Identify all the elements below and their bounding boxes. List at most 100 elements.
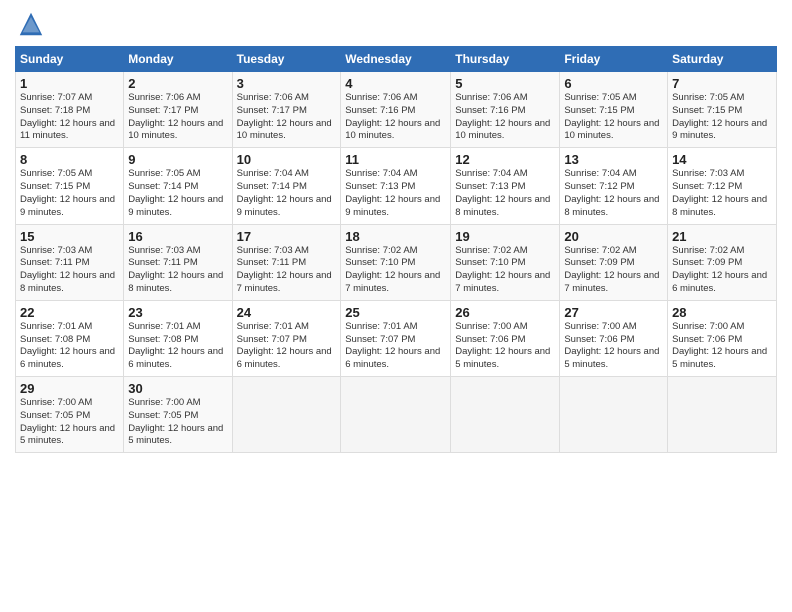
day-number: 13 (564, 152, 663, 167)
day-info: Sunrise: 7:06 AM Sunset: 7:16 PM Dayligh… (345, 92, 446, 143)
day-number: 18 (345, 229, 446, 244)
calendar-cell: 29Sunrise: 7:00 AM Sunset: 7:05 PM Dayli… (16, 377, 124, 453)
day-number: 5 (455, 76, 555, 91)
calendar-header-row: SundayMondayTuesdayWednesdayThursdayFrid… (16, 47, 777, 72)
calendar-cell: 13Sunrise: 7:04 AM Sunset: 7:12 PM Dayli… (560, 148, 668, 224)
calendar-cell: 26Sunrise: 7:00 AM Sunset: 7:06 PM Dayli… (451, 300, 560, 376)
day-number: 4 (345, 76, 446, 91)
day-number: 28 (672, 305, 772, 320)
page-container: SundayMondayTuesdayWednesdayThursdayFrid… (0, 0, 792, 463)
calendar-cell: 8Sunrise: 7:05 AM Sunset: 7:15 PM Daylig… (16, 148, 124, 224)
header-friday: Friday (560, 47, 668, 72)
day-info: Sunrise: 7:06 AM Sunset: 7:17 PM Dayligh… (128, 92, 227, 143)
day-number: 14 (672, 152, 772, 167)
calendar-cell: 6Sunrise: 7:05 AM Sunset: 7:15 PM Daylig… (560, 72, 668, 148)
calendar-cell: 16Sunrise: 7:03 AM Sunset: 7:11 PM Dayli… (124, 224, 232, 300)
day-info: Sunrise: 7:00 AM Sunset: 7:05 PM Dayligh… (128, 397, 227, 448)
calendar-cell: 11Sunrise: 7:04 AM Sunset: 7:13 PM Dayli… (341, 148, 451, 224)
day-number: 10 (237, 152, 337, 167)
day-info: Sunrise: 7:05 AM Sunset: 7:15 PM Dayligh… (672, 92, 772, 143)
calendar-cell: 14Sunrise: 7:03 AM Sunset: 7:12 PM Dayli… (668, 148, 777, 224)
calendar-cell: 19Sunrise: 7:02 AM Sunset: 7:10 PM Dayli… (451, 224, 560, 300)
day-info: Sunrise: 7:03 AM Sunset: 7:11 PM Dayligh… (128, 245, 227, 296)
calendar-cell: 9Sunrise: 7:05 AM Sunset: 7:14 PM Daylig… (124, 148, 232, 224)
day-info: Sunrise: 7:02 AM Sunset: 7:09 PM Dayligh… (564, 245, 663, 296)
day-info: Sunrise: 7:05 AM Sunset: 7:14 PM Dayligh… (128, 168, 227, 219)
day-number: 27 (564, 305, 663, 320)
calendar-cell: 30Sunrise: 7:00 AM Sunset: 7:05 PM Dayli… (124, 377, 232, 453)
day-info: Sunrise: 7:05 AM Sunset: 7:15 PM Dayligh… (564, 92, 663, 143)
calendar-cell: 7Sunrise: 7:05 AM Sunset: 7:15 PM Daylig… (668, 72, 777, 148)
calendar-cell: 10Sunrise: 7:04 AM Sunset: 7:14 PM Dayli… (232, 148, 341, 224)
calendar-cell: 1Sunrise: 7:07 AM Sunset: 7:18 PM Daylig… (16, 72, 124, 148)
calendar-cell: 18Sunrise: 7:02 AM Sunset: 7:10 PM Dayli… (341, 224, 451, 300)
header-monday: Monday (124, 47, 232, 72)
calendar-cell: 17Sunrise: 7:03 AM Sunset: 7:11 PM Dayli… (232, 224, 341, 300)
day-number: 12 (455, 152, 555, 167)
calendar-week-5: 29Sunrise: 7:00 AM Sunset: 7:05 PM Dayli… (16, 377, 777, 453)
day-number: 22 (20, 305, 119, 320)
header (15, 10, 777, 38)
day-info: Sunrise: 7:04 AM Sunset: 7:13 PM Dayligh… (345, 168, 446, 219)
calendar-cell: 3Sunrise: 7:06 AM Sunset: 7:17 PM Daylig… (232, 72, 341, 148)
header-sunday: Sunday (16, 47, 124, 72)
calendar-cell: 25Sunrise: 7:01 AM Sunset: 7:07 PM Dayli… (341, 300, 451, 376)
calendar-cell: 27Sunrise: 7:00 AM Sunset: 7:06 PM Dayli… (560, 300, 668, 376)
calendar-week-1: 1Sunrise: 7:07 AM Sunset: 7:18 PM Daylig… (16, 72, 777, 148)
day-info: Sunrise: 7:03 AM Sunset: 7:12 PM Dayligh… (672, 168, 772, 219)
day-number: 1 (20, 76, 119, 91)
day-number: 21 (672, 229, 772, 244)
header-saturday: Saturday (668, 47, 777, 72)
day-number: 29 (20, 381, 119, 396)
calendar-cell (668, 377, 777, 453)
day-info: Sunrise: 7:03 AM Sunset: 7:11 PM Dayligh… (20, 245, 119, 296)
day-number: 26 (455, 305, 555, 320)
day-number: 30 (128, 381, 227, 396)
calendar-cell (451, 377, 560, 453)
calendar-cell (341, 377, 451, 453)
day-number: 25 (345, 305, 446, 320)
day-info: Sunrise: 7:00 AM Sunset: 7:06 PM Dayligh… (564, 321, 663, 372)
day-info: Sunrise: 7:00 AM Sunset: 7:06 PM Dayligh… (672, 321, 772, 372)
calendar-cell (560, 377, 668, 453)
calendar-cell: 15Sunrise: 7:03 AM Sunset: 7:11 PM Dayli… (16, 224, 124, 300)
calendar-week-2: 8Sunrise: 7:05 AM Sunset: 7:15 PM Daylig… (16, 148, 777, 224)
day-info: Sunrise: 7:06 AM Sunset: 7:17 PM Dayligh… (237, 92, 337, 143)
day-number: 9 (128, 152, 227, 167)
calendar-cell: 24Sunrise: 7:01 AM Sunset: 7:07 PM Dayli… (232, 300, 341, 376)
day-info: Sunrise: 7:05 AM Sunset: 7:15 PM Dayligh… (20, 168, 119, 219)
calendar-cell: 5Sunrise: 7:06 AM Sunset: 7:16 PM Daylig… (451, 72, 560, 148)
calendar-cell: 23Sunrise: 7:01 AM Sunset: 7:08 PM Dayli… (124, 300, 232, 376)
day-number: 6 (564, 76, 663, 91)
day-info: Sunrise: 7:01 AM Sunset: 7:08 PM Dayligh… (20, 321, 119, 372)
day-number: 19 (455, 229, 555, 244)
day-number: 15 (20, 229, 119, 244)
logo-icon (17, 10, 45, 38)
day-info: Sunrise: 7:01 AM Sunset: 7:07 PM Dayligh… (345, 321, 446, 372)
day-info: Sunrise: 7:01 AM Sunset: 7:07 PM Dayligh… (237, 321, 337, 372)
day-info: Sunrise: 7:07 AM Sunset: 7:18 PM Dayligh… (20, 92, 119, 143)
calendar-table: SundayMondayTuesdayWednesdayThursdayFrid… (15, 46, 777, 453)
day-number: 2 (128, 76, 227, 91)
header-wednesday: Wednesday (341, 47, 451, 72)
day-info: Sunrise: 7:03 AM Sunset: 7:11 PM Dayligh… (237, 245, 337, 296)
header-tuesday: Tuesday (232, 47, 341, 72)
day-number: 24 (237, 305, 337, 320)
header-thursday: Thursday (451, 47, 560, 72)
day-info: Sunrise: 7:04 AM Sunset: 7:12 PM Dayligh… (564, 168, 663, 219)
day-number: 7 (672, 76, 772, 91)
day-number: 11 (345, 152, 446, 167)
day-info: Sunrise: 7:00 AM Sunset: 7:05 PM Dayligh… (20, 397, 119, 448)
calendar-cell: 20Sunrise: 7:02 AM Sunset: 7:09 PM Dayli… (560, 224, 668, 300)
day-number: 3 (237, 76, 337, 91)
day-info: Sunrise: 7:01 AM Sunset: 7:08 PM Dayligh… (128, 321, 227, 372)
day-info: Sunrise: 7:04 AM Sunset: 7:13 PM Dayligh… (455, 168, 555, 219)
calendar-cell: 28Sunrise: 7:00 AM Sunset: 7:06 PM Dayli… (668, 300, 777, 376)
calendar-cell: 21Sunrise: 7:02 AM Sunset: 7:09 PM Dayli… (668, 224, 777, 300)
day-info: Sunrise: 7:02 AM Sunset: 7:10 PM Dayligh… (345, 245, 446, 296)
day-info: Sunrise: 7:00 AM Sunset: 7:06 PM Dayligh… (455, 321, 555, 372)
calendar-week-3: 15Sunrise: 7:03 AM Sunset: 7:11 PM Dayli… (16, 224, 777, 300)
day-info: Sunrise: 7:04 AM Sunset: 7:14 PM Dayligh… (237, 168, 337, 219)
day-number: 16 (128, 229, 227, 244)
day-number: 8 (20, 152, 119, 167)
